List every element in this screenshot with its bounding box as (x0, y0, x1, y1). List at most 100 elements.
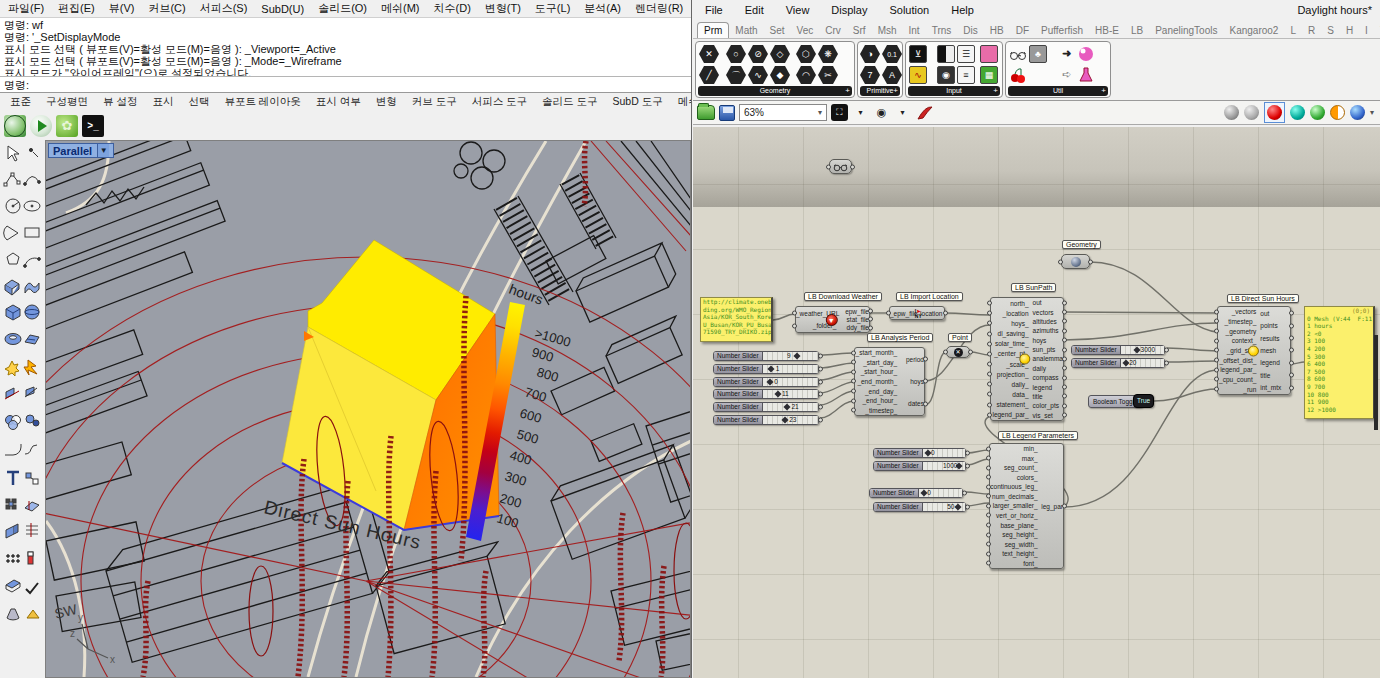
rhino-toolbar-tab[interactable]: 변형 (376, 95, 397, 109)
comp-import-location[interactable]: _epw_file location I➤NY (889, 306, 945, 320)
comp-geometry[interactable] (1061, 254, 1090, 269)
number-slider[interactable]: Number Slider1000 (873, 461, 966, 471)
scrollbar[interactable] (1374, 335, 1378, 430)
gh-tab[interactable]: HB-E (1089, 23, 1125, 38)
input-port[interactable]: _geometry (1218, 328, 1258, 335)
cherries-icon[interactable] (1009, 66, 1027, 84)
output-port[interactable]: out (1258, 310, 1290, 317)
rhino-menu-item[interactable]: 편집(E) (58, 1, 95, 16)
output-port[interactable]: period (904, 356, 924, 363)
geometry-icon[interactable]: ⬡ (796, 45, 816, 63)
comp-analysis-period[interactable]: _start_month__start_day__start_hour__end… (854, 347, 925, 416)
chevron-down-icon[interactable]: ▾ (894, 104, 911, 121)
comp-point[interactable]: ✕ (946, 346, 970, 358)
input-port[interactable]: dl_saving_ (991, 330, 1031, 337)
comp-sunpath[interactable]: north__locationhoys_dl_saving_solar_time… (990, 297, 1064, 421)
input-port[interactable]: _cpu_count_ (1218, 376, 1258, 383)
geometry-icon[interactable]: ⊘ (748, 45, 768, 63)
gh-tab[interactable]: Prm (697, 22, 729, 38)
input-port[interactable]: seg_count_ (990, 464, 1040, 471)
primitive-icon[interactable]: A (882, 66, 902, 84)
geometry-icon[interactable]: ○ (726, 45, 746, 63)
output-port[interactable]: compass (1031, 374, 1063, 381)
output-port[interactable]: results (1258, 335, 1290, 342)
rhino-toolbar-tab[interactable]: 뷰 설정 (103, 95, 137, 109)
expand-icon[interactable]: + (893, 86, 898, 96)
gem-gray2-icon[interactable] (1244, 105, 1259, 120)
rhino-toolbar-tab[interactable]: 표시 여부 (316, 95, 361, 109)
rhino-toolbar-tab[interactable]: SubD 도구 (613, 95, 663, 109)
gh-menu-item[interactable]: Solution (889, 4, 929, 16)
number-slider[interactable]: Number Slider0 (873, 448, 966, 458)
primitive-icon[interactable]: 0.1 (882, 45, 902, 63)
input-port[interactable]: solar_time_ (991, 340, 1031, 347)
output-port[interactable]: vis_set (1031, 412, 1063, 419)
rhino-toolbar-tab[interactable]: 서피스 도구 (472, 95, 527, 109)
sphere-blue-icon[interactable] (1350, 105, 1365, 120)
output-port[interactable]: color_pts (1031, 402, 1063, 409)
geometry-icon[interactable]: ╱ (699, 66, 719, 84)
gh-menu-item[interactable]: Edit (745, 4, 764, 16)
gh-tab[interactable]: Set (764, 23, 791, 38)
input-port[interactable]: base_plane_ (990, 522, 1040, 529)
chevron-down-icon[interactable]: ▼ (97, 144, 109, 157)
viewport-mode-chip[interactable]: Parallel▼ (48, 143, 114, 158)
rhino-menu-item[interactable]: 서피스(S) (200, 1, 248, 16)
output-port[interactable]: stat_file (845, 316, 869, 323)
geometry-icon[interactable]: ✂ (818, 66, 838, 84)
gh-canvas[interactable]: http://climate.onebuilding.org/WMO_Regio… (693, 127, 1380, 678)
output-port[interactable]: title (1031, 393, 1063, 400)
rhino-menu-item[interactable]: 파일(F) (8, 1, 44, 16)
input-port[interactable]: data_ (991, 391, 1031, 398)
panel-icon[interactable] (937, 45, 955, 63)
gh-tab[interactable]: PanelingTools (1149, 23, 1223, 38)
item-selector-icon[interactable]: ≡ (957, 66, 975, 84)
rhino-menu-item[interactable]: 커브(C) (148, 1, 185, 16)
input-port[interactable]: seg_width_ (990, 541, 1040, 548)
input-port[interactable]: _start_day_ (855, 359, 899, 366)
gem-green-icon[interactable] (1310, 105, 1325, 120)
panel-url[interactable]: http://climate.onebuilding.org/WMO_Regio… (700, 297, 773, 342)
zoom-select[interactable]: 63%▾ (739, 104, 827, 121)
output-port[interactable]: vectors (1031, 309, 1063, 316)
rhino-tool-sidebar[interactable] (0, 140, 45, 678)
input-port[interactable]: _offset_dist_ (1218, 357, 1258, 364)
output-port[interactable]: leg_par (1039, 503, 1063, 510)
output-port[interactable]: azimuths (1031, 327, 1063, 334)
output-port[interactable]: out (1031, 299, 1063, 306)
output-port[interactable]: daily (1031, 365, 1063, 372)
chevron-down-icon[interactable]: ▾ (1370, 108, 1374, 117)
flask-icon[interactable] (1077, 66, 1095, 84)
input-port[interactable]: hoys_ (991, 320, 1031, 327)
rhino-toolbar-tab[interactable]: 메쉬 도구 (678, 95, 691, 109)
gh-tab[interactable]: Dis (957, 23, 983, 38)
rhino-toolbar-tab[interactable]: 구성평면 (46, 95, 88, 109)
expand-icon[interactable]: + (1101, 86, 1106, 96)
comp-download-weather[interactable]: _weather_URL_folder_ epw_filestat_filedd… (795, 306, 870, 333)
rhino-viewport[interactable]: Parallel▼ (45, 140, 691, 678)
primitive-icon[interactable]: 7 (860, 66, 880, 84)
input-port[interactable]: text_height_ (990, 550, 1040, 557)
rhino-command-prompt[interactable]: 명령: (0, 77, 691, 93)
output-port[interactable]: hoys (1031, 337, 1063, 344)
gh-tab[interactable]: LB (1125, 23, 1149, 38)
output-port[interactable]: sun_pts (1031, 346, 1063, 353)
geometry-icon[interactable]: ◆ (770, 66, 790, 84)
geometry-icon[interactable]: ◠ (796, 66, 816, 84)
number-slider[interactable]: Number Slider50 (873, 502, 966, 512)
panel-results[interactable]: (0;0) 0 Mesh (V:44 F:11)1 hours2 <03 100… (1304, 306, 1375, 419)
rhino-menu-item[interactable]: 뷰(V) (109, 1, 135, 16)
rhino-toolbar-tab[interactable]: 솔리드 도구 (542, 95, 597, 109)
output-port[interactable]: title (1258, 372, 1290, 379)
input-port[interactable]: _end_day_ (855, 388, 899, 395)
rhino-toolbar-tab[interactable]: 커브 도구 (412, 95, 457, 109)
gh-tab[interactable]: Msh (872, 23, 903, 38)
number-slider[interactable]: Number Slider9 (713, 351, 819, 361)
output-port[interactable]: hoys (908, 378, 924, 385)
output-port[interactable]: analemma (1031, 355, 1063, 362)
number-slider[interactable]: Number Slider11 (713, 389, 819, 399)
sphere-orange-icon[interactable] (1330, 105, 1345, 120)
output-port[interactable]: legend (1258, 359, 1290, 366)
rhino-menu-item[interactable]: SubD(U) (261, 3, 304, 15)
gem-gray-icon[interactable] (1224, 105, 1239, 120)
